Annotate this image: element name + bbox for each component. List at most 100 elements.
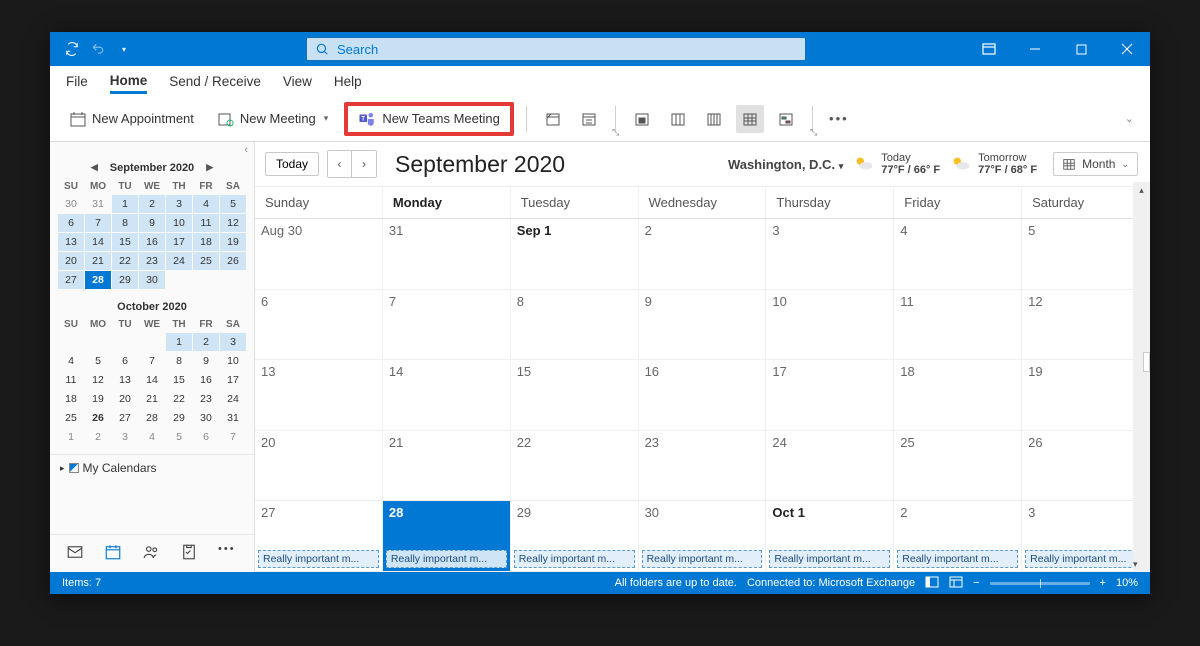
- mini-day[interactable]: 13: [112, 371, 138, 389]
- next-period-button[interactable]: ›: [352, 151, 376, 177]
- search-input[interactable]: Search: [306, 37, 806, 61]
- mini-day[interactable]: 7: [139, 352, 165, 370]
- goto-dialog-launcher[interactable]: ⤡: [612, 127, 619, 138]
- mini-day[interactable]: 10: [220, 352, 246, 370]
- mini-day[interactable]: [220, 271, 246, 289]
- scroll-up-icon[interactable]: ▴: [1133, 182, 1150, 198]
- collapse-ribbon-icon[interactable]: ⌄: [1125, 112, 1138, 125]
- mini-cal-grid[interactable]: SUMOTUWETHFRSA30311234567891011121314151…: [58, 179, 246, 289]
- mini-day[interactable]: 16: [193, 371, 219, 389]
- mini-day[interactable]: 24: [166, 252, 192, 270]
- mini-day[interactable]: 2: [139, 195, 165, 213]
- event-chip[interactable]: Really important m...: [514, 550, 635, 568]
- mini-day[interactable]: 2: [193, 333, 219, 351]
- event-chip[interactable]: Really important m...: [386, 550, 507, 568]
- day-cell[interactable]: 19: [1022, 360, 1150, 431]
- mini-day[interactable]: 10: [166, 214, 192, 232]
- day-cell[interactable]: 2Really important m...: [894, 501, 1022, 572]
- today-button[interactable]: Today: [265, 152, 319, 176]
- mini-day[interactable]: 18: [193, 233, 219, 251]
- mini-day[interactable]: 27: [58, 271, 84, 289]
- mini-day[interactable]: 19: [85, 390, 111, 408]
- day-cell[interactable]: 10: [766, 290, 894, 361]
- mini-day[interactable]: 3: [112, 428, 138, 446]
- mail-icon[interactable]: [66, 543, 84, 564]
- tab-file[interactable]: File: [66, 70, 88, 92]
- mini-day[interactable]: 12: [220, 214, 246, 232]
- day-cell[interactable]: 20: [255, 431, 383, 502]
- tasks-icon[interactable]: [180, 543, 198, 564]
- mini-day[interactable]: 19: [220, 233, 246, 251]
- day-cell[interactable]: 26: [1022, 431, 1150, 502]
- mini-day[interactable]: [166, 271, 192, 289]
- day-cell[interactable]: 5: [1022, 219, 1150, 290]
- event-chip[interactable]: Really important m...: [1025, 550, 1146, 568]
- mini-day[interactable]: 15: [112, 233, 138, 251]
- mini-day[interactable]: 22: [166, 390, 192, 408]
- sync-icon[interactable]: [64, 41, 80, 57]
- view-switcher[interactable]: Month ⌄: [1053, 152, 1138, 176]
- day-cell[interactable]: 13: [255, 360, 383, 431]
- mini-day[interactable]: 6: [58, 214, 84, 232]
- mini-day[interactable]: 5: [166, 428, 192, 446]
- mini-day[interactable]: 12: [85, 371, 111, 389]
- day-cell[interactable]: 11: [894, 290, 1022, 361]
- day-cell[interactable]: 15: [511, 360, 639, 431]
- mini-day[interactable]: 17: [220, 371, 246, 389]
- day-cell[interactable]: Aug 30: [255, 219, 383, 290]
- mini-day[interactable]: 22: [112, 252, 138, 270]
- mini-day[interactable]: 14: [139, 371, 165, 389]
- mini-day[interactable]: 28: [139, 409, 165, 427]
- mini-day[interactable]: [139, 333, 165, 351]
- day-cell[interactable]: 27Really important m...: [255, 501, 383, 572]
- close-button[interactable]: [1104, 32, 1150, 66]
- mini-day[interactable]: 20: [112, 390, 138, 408]
- weather-location[interactable]: Washington, D.C. ▾: [728, 157, 843, 172]
- tab-view[interactable]: View: [283, 70, 312, 92]
- day-cell[interactable]: Oct 1Really important m...: [766, 501, 894, 572]
- mini-day[interactable]: 5: [85, 352, 111, 370]
- mini-day[interactable]: 7: [220, 428, 246, 446]
- maximize-button[interactable]: [1058, 32, 1104, 66]
- event-chip[interactable]: Really important m...: [769, 550, 890, 568]
- schedule-view-button[interactable]: [772, 105, 800, 133]
- more-commands-button[interactable]: •••: [825, 105, 853, 133]
- view-normal-icon[interactable]: [925, 576, 939, 591]
- day-cell[interactable]: 23: [639, 431, 767, 502]
- new-teams-meeting-button[interactable]: T New Teams Meeting: [344, 102, 514, 136]
- people-icon[interactable]: [142, 543, 160, 564]
- minimize-button[interactable]: [1012, 32, 1058, 66]
- mini-day[interactable]: 21: [85, 252, 111, 270]
- mini-cal-next-icon[interactable]: ▶: [202, 160, 217, 175]
- mini-cal-grid[interactable]: SUMOTUWETHFRSA12345678910111213141516171…: [58, 317, 246, 446]
- scroll-down-icon[interactable]: ▾: [1133, 556, 1138, 572]
- collapse-sidebar-icon[interactable]: ‹: [50, 142, 254, 156]
- mini-day[interactable]: 4: [139, 428, 165, 446]
- day-cell[interactable]: 9: [639, 290, 767, 361]
- mini-day[interactable]: 29: [166, 409, 192, 427]
- zoom-in-icon[interactable]: +: [1100, 577, 1106, 589]
- zoom-slider[interactable]: [990, 582, 1090, 585]
- weather-today[interactable]: Today77°F / 66° F: [853, 152, 940, 176]
- mini-day[interactable]: 17: [166, 233, 192, 251]
- mini-day[interactable]: 28: [85, 271, 111, 289]
- scrollbar[interactable]: ▴ ▾: [1133, 182, 1150, 572]
- mini-day[interactable]: 30: [139, 271, 165, 289]
- undo-icon[interactable]: [90, 41, 106, 57]
- tab-home[interactable]: Home: [110, 69, 148, 94]
- mini-day[interactable]: 30: [193, 409, 219, 427]
- mini-day[interactable]: 25: [58, 409, 84, 427]
- mini-day[interactable]: 5: [220, 195, 246, 213]
- mini-day[interactable]: 31: [85, 195, 111, 213]
- new-meeting-button[interactable]: New Meeting ▾: [210, 107, 336, 131]
- mini-day[interactable]: 11: [193, 214, 219, 232]
- event-chip[interactable]: Really important m...: [258, 550, 379, 568]
- mini-day[interactable]: 24: [220, 390, 246, 408]
- tab-help[interactable]: Help: [334, 70, 362, 92]
- scroll-page-handle[interactable]: [1143, 352, 1150, 372]
- day-cell[interactable]: 31: [383, 219, 511, 290]
- event-chip[interactable]: Really important m...: [897, 550, 1018, 568]
- mini-day[interactable]: 25: [193, 252, 219, 270]
- mini-day[interactable]: 13: [58, 233, 84, 251]
- day-cell[interactable]: 24: [766, 431, 894, 502]
